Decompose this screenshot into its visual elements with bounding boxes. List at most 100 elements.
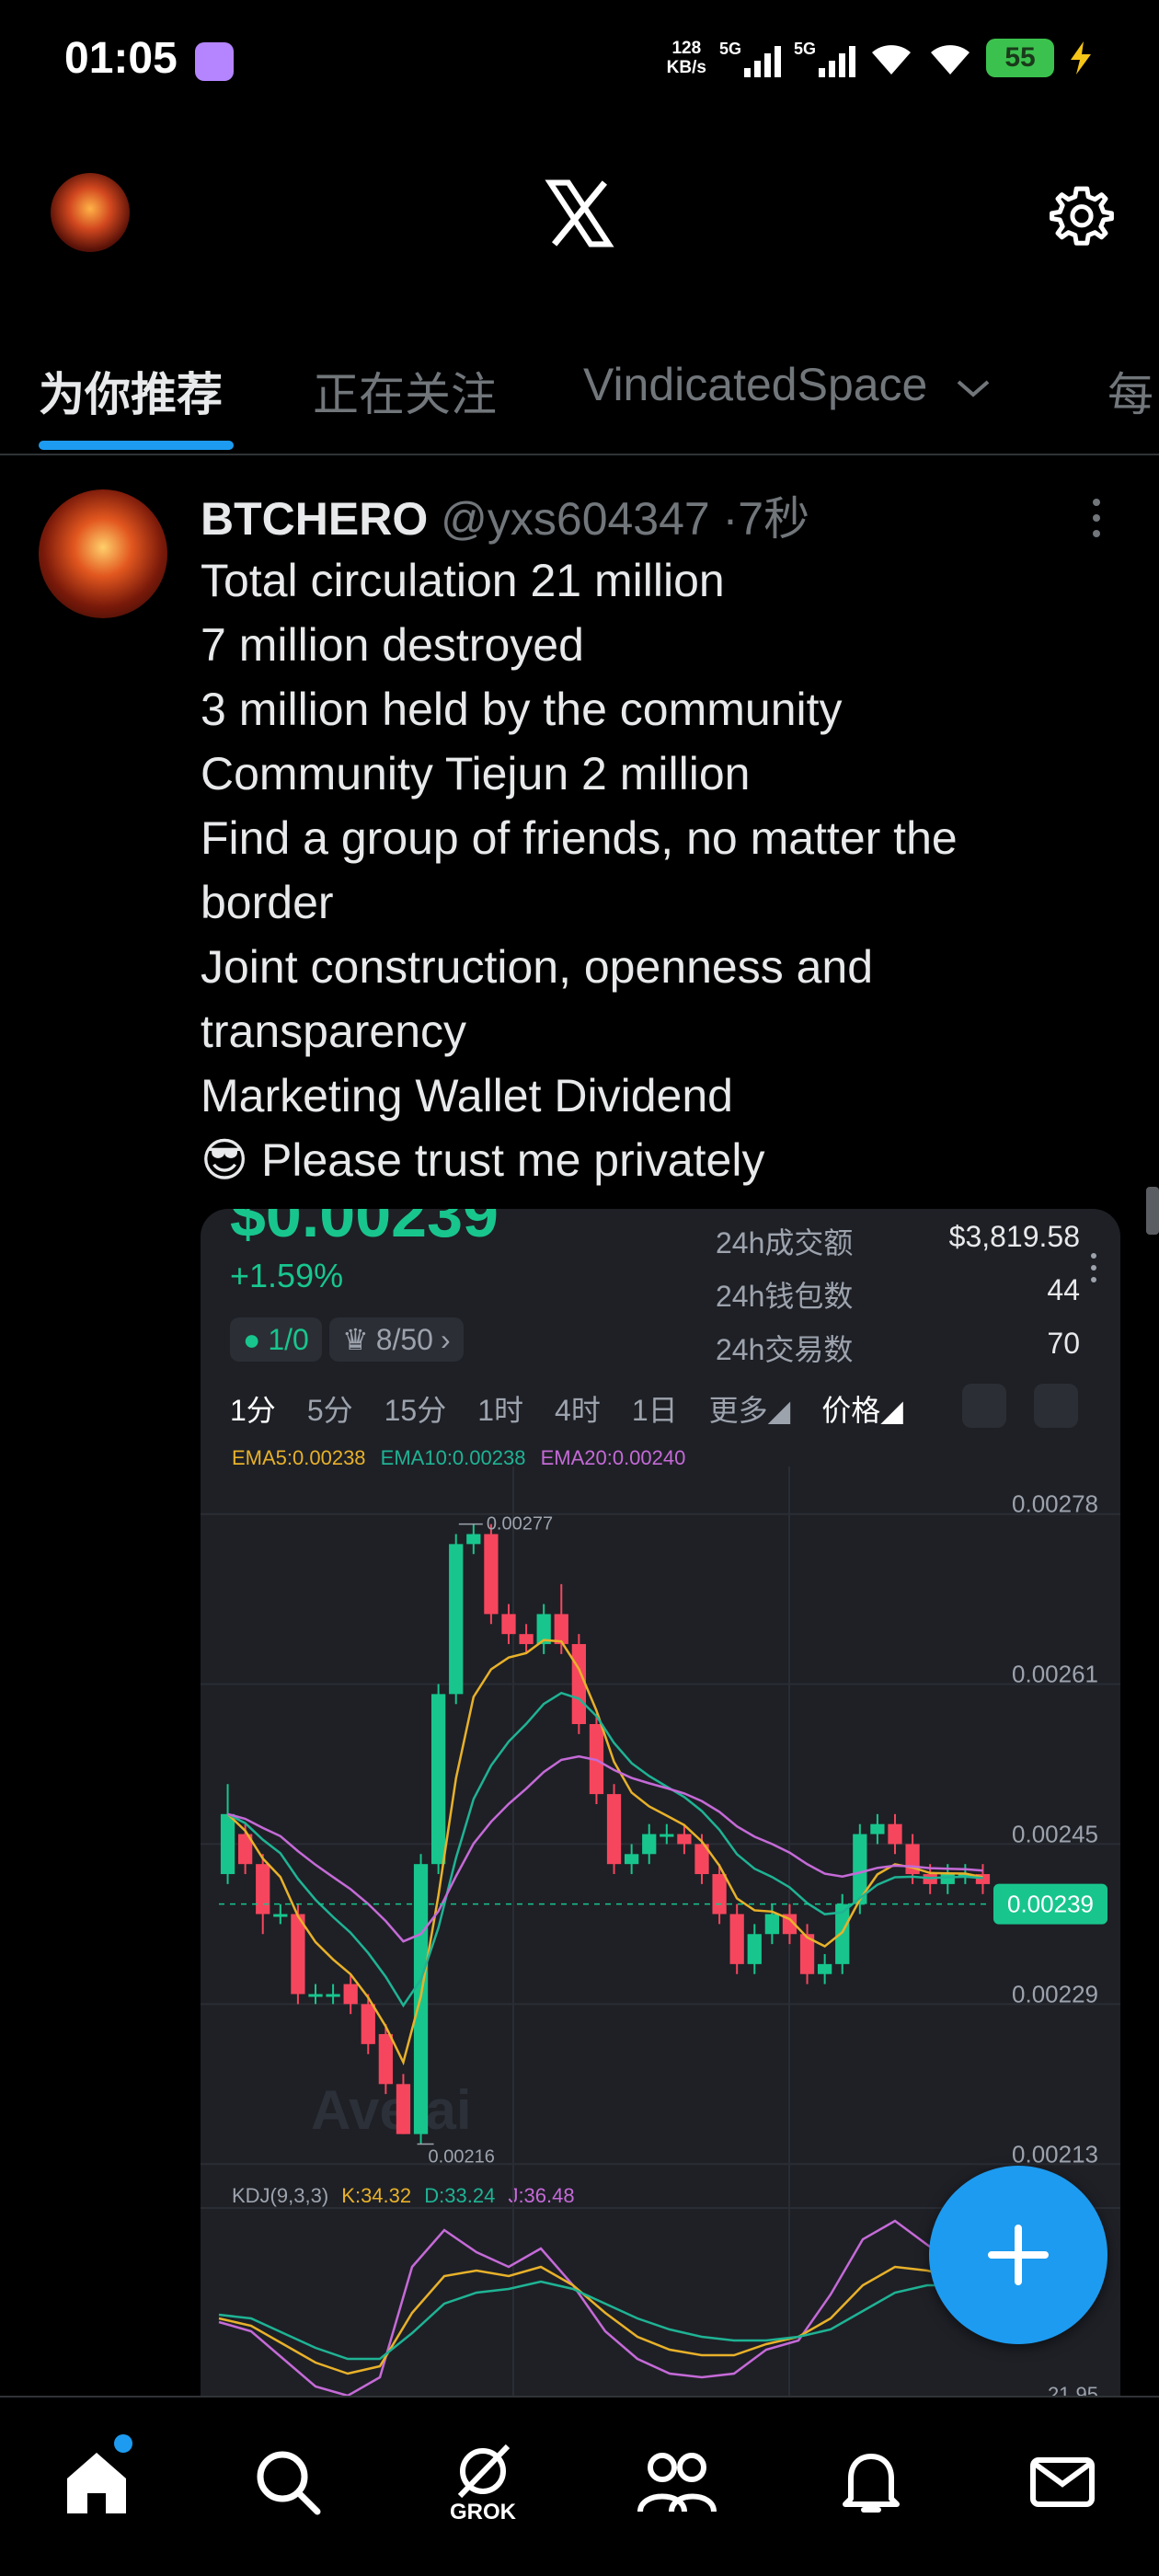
tweet-author-name[interactable]: BTCHERO [201, 493, 428, 545]
candle-body [729, 1914, 744, 1964]
candle-body [273, 1914, 288, 1917]
communities-icon [637, 2453, 717, 2513]
tweet-line: Joint construction, openness and [201, 941, 874, 993]
y-tick-label: 0.00245 [1012, 1820, 1098, 1847]
home-notification-dot [114, 2434, 132, 2453]
stat-value: 70 [1047, 1327, 1080, 1360]
compose-post-button[interactable] [929, 2166, 1107, 2344]
wifi-2-icon [931, 45, 970, 75]
x-logo-icon[interactable] [545, 178, 614, 248]
tweet-line: 3 million held by the community [201, 684, 843, 735]
tweet-body: Total circulation 21 million 7 million d… [201, 548, 1120, 1192]
kdj-d-line [218, 2280, 993, 2361]
candle-body [378, 2033, 393, 2085]
network-type-1: 5G [718, 39, 741, 58]
watermark-text: Ave.ai [311, 2079, 472, 2141]
interval-1h: 1时 [477, 1394, 524, 1427]
tweet-line: transparency [201, 1006, 467, 1057]
holder-pill: ● 1/0 [230, 1317, 322, 1362]
candle-body [870, 1823, 885, 1834]
last-price-label: 0.00239 [1007, 1891, 1094, 1918]
rank-pill: ♛ 8/50 › [329, 1317, 464, 1362]
interval-15m: 15分 [384, 1394, 447, 1427]
profile-avatar[interactable] [51, 173, 130, 252]
indicator-icon [962, 1384, 1006, 1428]
stat-label: 24h成交额 [716, 1226, 854, 1259]
status-bar: 01:05 128 KB/s 5G 5G 55 [0, 0, 1159, 129]
nav-grok[interactable]: GROK [437, 2436, 529, 2528]
plus-icon [988, 2225, 1049, 2285]
price-change: +1.59% [230, 1257, 344, 1294]
net-speed-unit: KB/s [666, 58, 706, 77]
messages-icon [1030, 2457, 1095, 2507]
kdj-k-line [218, 2265, 993, 2375]
timeline-tabs: 为你推荐 正在关注 VindicatedSpace 每 [0, 336, 1159, 455]
candle-body [449, 1544, 464, 1695]
high-label: 0.00277 [487, 1514, 553, 1535]
stat-row: 24h钱包数 44 [716, 1273, 1102, 1327]
candle-body [291, 1914, 305, 1995]
candle-body [308, 1994, 323, 1997]
candle-body [660, 1834, 674, 1837]
tweet-time: 7秒 [738, 493, 810, 545]
status-time: 01:05 [64, 34, 178, 83]
stat-label: 24h交易数 [716, 1333, 854, 1366]
candle-body [764, 1914, 779, 1935]
gear-icon[interactable] [1049, 182, 1115, 248]
signal-bars-2-icon [819, 44, 855, 77]
stat-value: 44 [1047, 1273, 1080, 1306]
tweet-author-avatar[interactable] [39, 489, 167, 618]
tab-for-you[interactable]: 为你推荐 [39, 358, 223, 424]
ema20-line [227, 1754, 983, 1943]
more-options-icon[interactable] [1087, 495, 1106, 541]
search-icon [257, 2451, 321, 2515]
tweet-author-handle[interactable]: @yxs604347 [441, 493, 710, 545]
tweet-line: Find a group of friends, no matter the [201, 812, 958, 864]
candle-body [484, 1534, 499, 1615]
candle-body [888, 1823, 902, 1845]
net-speed: 128 KB/s [667, 39, 706, 77]
network-type-2: 5G [793, 39, 816, 58]
candle-body [220, 1813, 235, 1875]
candle-body [606, 1794, 622, 1865]
stat-row: 24h成交额 $3,819.58 [716, 1220, 1102, 1273]
candle-body [326, 1994, 340, 1997]
tweet-line: Marketing Wallet Dividend [201, 1070, 733, 1121]
candle-body [554, 1614, 568, 1645]
signal-2: 5G [794, 40, 855, 77]
nav-messages[interactable] [1016, 2436, 1108, 2528]
interval-selector: 1分 5分 15分 1时 4时 1日 更多◢ 价格◢ [230, 1387, 903, 1430]
stat-value: $3,819.58 [948, 1220, 1080, 1253]
active-tab-indicator [39, 441, 234, 450]
y-tick-label: 0.00229 [1012, 1980, 1098, 2007]
chevron-right-icon: › [440, 1322, 451, 1356]
scrollbar-thumb[interactable] [1146, 1187, 1159, 1235]
charging-icon [1071, 41, 1091, 75]
chart-settings-icon [1034, 1384, 1078, 1428]
status-icons: 128 KB/s 5G 5G 55 [667, 39, 1095, 77]
low-label: 0.00216 [429, 2147, 495, 2168]
media-more-icon [1091, 1253, 1096, 1282]
nav-notifications[interactable] [825, 2436, 917, 2528]
home-icon [67, 2453, 126, 2513]
interval-price: 价格◢ [821, 1394, 903, 1427]
candle-body [940, 1874, 955, 1884]
chevron-down-icon [957, 380, 990, 397]
tweet-line: 7 million destroyed [201, 619, 584, 671]
ema5-line [226, 1639, 983, 2066]
candle-body [712, 1874, 727, 1915]
grok-icon [457, 2444, 511, 2499]
tweet-line: border [201, 877, 334, 928]
candle-body [466, 1534, 481, 1545]
interval-more: 更多◢ [708, 1394, 791, 1427]
tab-daily[interactable]: 每 [1107, 358, 1153, 424]
token-price: $0.00239 [230, 1209, 499, 1250]
y-tick-label: 0.00261 [1012, 1661, 1098, 1688]
battery-icon: 55 [986, 39, 1054, 77]
tab-vindicated-space[interactable]: VindicatedSpace [583, 358, 993, 411]
tab-following[interactable]: 正在关注 [313, 358, 497, 424]
stat-row: 24h交易数 70 [716, 1327, 1102, 1380]
nav-search[interactable] [242, 2436, 334, 2528]
nav-communities[interactable] [630, 2436, 722, 2528]
interval-5m: 5分 [306, 1394, 353, 1427]
